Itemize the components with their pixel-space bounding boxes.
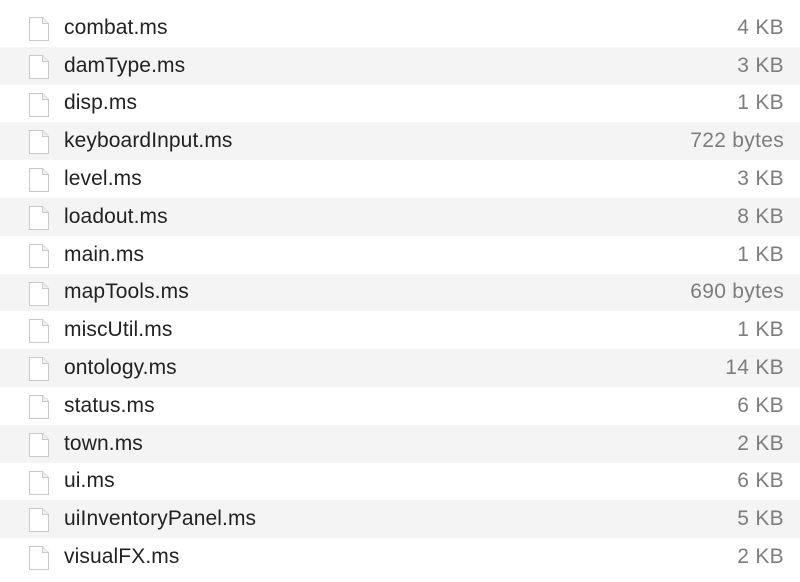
file-size: 1 KB: [737, 242, 784, 266]
file-size: 5 KB: [737, 507, 784, 531]
file-name: main.ms: [64, 242, 145, 266]
file-row[interactable]: ui.ms 6 KB: [0, 463, 800, 501]
file-row[interactable]: uiInventoryPanel.ms 5 KB: [0, 500, 800, 539]
file-size: 6 KB: [737, 469, 784, 493]
file-size: 4 KB: [737, 15, 784, 39]
document-icon: [28, 432, 50, 458]
file-name: keyboardInput.ms: [64, 129, 233, 153]
file-size: 1 KB: [737, 318, 784, 342]
file-row[interactable]: visualFX.ms 2 KB: [0, 538, 800, 576]
file-row[interactable]: loadout.ms 8 KB: [0, 197, 800, 236]
file-row[interactable]: ontology.ms 14 KB: [0, 349, 800, 387]
file-size: 2 KB: [737, 545, 784, 569]
document-icon: [28, 16, 50, 42]
file-size: 2 KB: [737, 431, 784, 455]
file-row[interactable]: miscUtil.ms 1 KB: [0, 311, 800, 349]
file-row[interactable]: town.ms 2 KB: [0, 424, 800, 463]
file-name: visualFX.ms: [64, 545, 180, 569]
file-name: ui.ms: [64, 469, 115, 493]
document-icon: [28, 545, 50, 571]
file-size: 3 KB: [737, 167, 784, 191]
file-size: 14 KB: [725, 356, 784, 380]
file-row[interactable]: status.ms 6 KB: [0, 387, 800, 425]
file-name: level.ms: [64, 167, 142, 191]
document-icon: [28, 318, 50, 344]
file-row[interactable]: combat.ms 4 KB: [0, 9, 800, 47]
document-icon: [28, 470, 50, 496]
file-name: town.ms: [64, 431, 143, 455]
file-row[interactable]: damType.ms 3 KB: [0, 46, 800, 85]
file-list: combat.ms 4 KB damType.ms 3 KB disp.ms 1…: [0, 9, 800, 576]
file-size: 8 KB: [737, 204, 784, 228]
file-name: uiInventoryPanel.ms: [64, 507, 257, 531]
document-icon: [28, 394, 50, 420]
file-name: combat.ms: [64, 15, 168, 39]
file-name: disp.ms: [64, 91, 138, 115]
document-icon: [28, 92, 50, 118]
document-icon: [28, 54, 50, 80]
file-name: loadout.ms: [64, 204, 168, 228]
document-icon: [28, 205, 50, 231]
document-icon: [28, 129, 50, 155]
file-row[interactable]: keyboardInput.ms 722 bytes: [0, 122, 800, 161]
file-name: mapTools.ms: [64, 280, 189, 304]
file-row[interactable]: level.ms 3 KB: [0, 160, 800, 198]
file-name: miscUtil.ms: [64, 318, 173, 342]
file-size: 3 KB: [737, 53, 784, 77]
file-row[interactable]: main.ms 1 KB: [0, 236, 800, 274]
document-icon: [28, 356, 50, 382]
file-size: 690 bytes: [690, 280, 784, 304]
document-icon: [28, 507, 50, 533]
file-size: 722 bytes: [690, 129, 784, 153]
document-icon: [28, 167, 50, 193]
file-row[interactable]: mapTools.ms 690 bytes: [0, 273, 800, 312]
file-name: ontology.ms: [64, 356, 177, 380]
file-row[interactable]: disp.ms 1 KB: [0, 85, 800, 123]
file-name: status.ms: [64, 393, 155, 417]
file-size: 1 KB: [737, 91, 784, 115]
file-size: 6 KB: [737, 393, 784, 417]
document-icon: [28, 281, 50, 307]
file-name: damType.ms: [64, 53, 186, 77]
document-icon: [28, 243, 50, 269]
